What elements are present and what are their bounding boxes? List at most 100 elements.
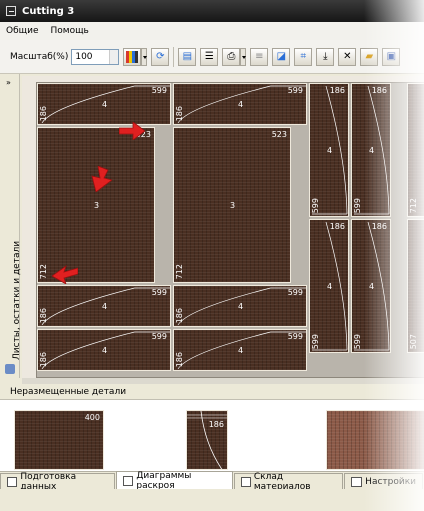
toolbar-separator — [173, 46, 175, 67]
unplaced-item[interactable]: 400 — [14, 410, 104, 470]
tab-label: Настройки — [365, 476, 416, 487]
part-dim-right: 186 — [329, 86, 345, 95]
panel-part[interactable]: 4 599 186 — [173, 285, 307, 327]
unplaced-item[interactable]: 186 — [186, 410, 228, 470]
panel-part[interactable]: 4 599 186 — [173, 83, 307, 125]
close-icon: ✕ — [343, 51, 352, 62]
panel-part[interactable]: 4 186 599 — [309, 219, 349, 353]
part-dim-left: 599 — [353, 197, 362, 213]
sidebar-expand-button[interactable]: » — [6, 78, 11, 87]
part-dim-right: 599 — [151, 332, 167, 341]
part-dim-left: 712 — [409, 197, 418, 213]
print-dropdown[interactable] — [240, 47, 247, 66]
part-dim-left: 186 — [175, 307, 184, 323]
part-dim-left: 186 — [39, 351, 48, 367]
part-label: 4 — [102, 346, 108, 355]
grain-curve — [187, 411, 227, 469]
tab-materials-stock[interactable]: Склад материалов — [233, 472, 344, 492]
pin-icon[interactable] — [5, 364, 15, 374]
menu-help[interactable]: Помощь — [45, 26, 95, 36]
part-dim-left: 186 — [39, 307, 48, 323]
color-grid-button[interactable] — [123, 47, 142, 66]
part-dim-right: 523 — [271, 130, 287, 139]
unplaced-item-dim: 400 — [84, 413, 100, 422]
refresh-button[interactable]: ⟳ — [151, 47, 170, 66]
unplaced-item[interactable] — [326, 410, 424, 470]
panel-part[interactable]: 712 — [407, 83, 424, 217]
part-label: 4 — [238, 302, 244, 311]
rotate-icon: ◪ — [276, 51, 287, 62]
layout-button[interactable]: ⌗ — [294, 47, 313, 66]
panel-part[interactable]: 3 523 712 — [37, 127, 155, 283]
document-button[interactable]: ☰ — [200, 47, 219, 66]
menu-general[interactable]: Общие — [0, 26, 45, 36]
bottom-tabs: Подготовка данных Диаграммы раскроя Скла… — [0, 470, 424, 492]
part-dim-right: 599 — [287, 332, 303, 341]
panel-part[interactable]: 4 599 186 — [173, 329, 307, 371]
arrow-icon — [119, 122, 145, 140]
panel-part[interactable]: 4 599 186 — [37, 285, 171, 327]
panel-part[interactable]: 4 186 599 — [309, 83, 349, 217]
part-dim-left: 712 — [39, 263, 48, 279]
toolbar: Масштаб(%) 100 ⟳ ▤ ☰ ⎙ ≡ ◪ ⌗ ⤓ ✕ ▰ ▣ — [0, 40, 424, 74]
open-button[interactable]: ▰ — [360, 47, 379, 66]
save-button[interactable]: ▣ — [382, 47, 401, 66]
tab-data-prep[interactable]: Подготовка данных — [0, 472, 116, 492]
print-icon: ⎙ — [227, 51, 236, 62]
rotate-button[interactable]: ◪ — [272, 47, 291, 66]
panel-part[interactable]: 507 — [407, 219, 424, 353]
part-label: 4 — [238, 346, 244, 355]
export-icon: ⤓ — [323, 51, 328, 62]
report-icon: ▤ — [182, 51, 193, 62]
part-dim-right: 599 — [287, 86, 303, 95]
panel-part[interactable]: 4 599 186 — [37, 329, 171, 371]
part-dim-left: 186 — [175, 351, 184, 367]
part-dim-right: 599 — [287, 288, 303, 297]
window-menu-icon[interactable] — [6, 6, 16, 16]
unplaced-panel: 400 186 — [0, 399, 424, 471]
refresh-icon: ⟳ — [156, 51, 165, 62]
tab-settings[interactable]: Настройки — [344, 473, 423, 489]
part-label: 4 — [369, 146, 375, 155]
export-button[interactable]: ⤓ — [316, 47, 335, 66]
part-label: 4 — [238, 100, 244, 109]
list-button[interactable]: ≡ — [250, 47, 269, 66]
report-button[interactable]: ▤ — [178, 47, 197, 66]
app-window: Cutting 3 Общие Помощь Масштаб(%) 100 ⟳ … — [0, 0, 424, 511]
stock-icon — [240, 476, 251, 487]
part-label: 4 — [369, 282, 375, 291]
zoom-label: Масштаб(%) — [10, 51, 69, 62]
part-label: 4 — [102, 100, 108, 109]
panel-part[interactable]: 3 523 712 — [173, 127, 291, 283]
cutting-canvas[interactable]: 4 599 186 4 599 186 3 523 712 3 523 712 4 599 186 4 599 1… — [22, 76, 424, 378]
color-grid-dropdown[interactable] — [141, 47, 148, 66]
part-dim-left: 599 — [311, 333, 320, 349]
tab-label: Диаграммы раскроя — [136, 470, 192, 491]
zoom-input[interactable]: 100 — [71, 48, 120, 65]
zoom-spinner[interactable] — [109, 49, 119, 64]
tab-cutting-diagrams[interactable]: Диаграммы раскроя — [116, 470, 233, 491]
folder-icon: ▰ — [365, 51, 374, 62]
document-icon: ☰ — [204, 51, 214, 62]
delete-button[interactable]: ✕ — [338, 47, 357, 66]
part-dim-left: 507 — [409, 333, 418, 349]
horizontal-scrollbar[interactable] — [22, 378, 424, 384]
part-dim-left: 712 — [175, 263, 184, 279]
part-dim-right: 599 — [151, 288, 167, 297]
panel-part[interactable]: 4 186 599 — [351, 219, 391, 353]
part-dim-right: 599 — [151, 86, 167, 95]
sidebar-title: Листы, остатки и детали — [12, 240, 22, 360]
panel-part[interactable]: 4 599 186 — [37, 83, 171, 125]
sheet: 4 599 186 4 599 186 3 523 712 3 523 712 4 599 186 4 599 1… — [36, 82, 424, 378]
save-icon: ▣ — [386, 51, 397, 62]
data-prep-icon — [7, 476, 18, 487]
part-label: 4 — [327, 146, 333, 155]
panel-part[interactable]: 4 186 599 — [351, 83, 391, 217]
layout-icon: ⌗ — [300, 51, 307, 62]
title-bar[interactable]: Cutting 3 — [0, 0, 424, 22]
part-label: 3 — [94, 201, 100, 210]
print-button[interactable]: ⎙ — [222, 47, 241, 66]
part-dim-left: 599 — [353, 333, 362, 349]
part-dim-right: 186 — [371, 86, 387, 95]
part-dim-left: 599 — [311, 197, 320, 213]
